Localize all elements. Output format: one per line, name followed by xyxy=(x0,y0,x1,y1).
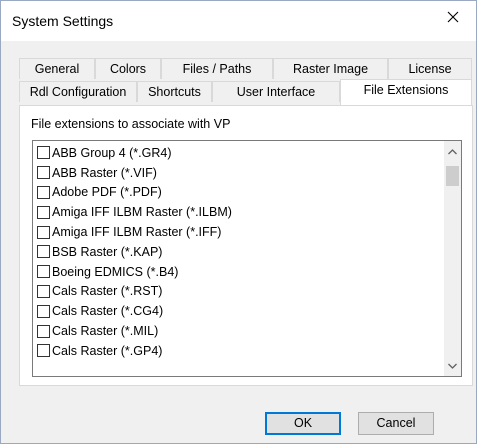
group-label: File extensions to associate with VP xyxy=(31,117,231,131)
title-bar: System Settings xyxy=(1,1,476,41)
list-item-label: ABB Group 4 (*.GR4) xyxy=(52,145,172,160)
list-item[interactable]: Cals Raster (*.GP4) xyxy=(37,341,442,361)
checkbox[interactable] xyxy=(37,225,50,239)
list-item-label: Amiga IFF ILBM Raster (*.ILBM) xyxy=(52,205,232,220)
list-item-label: Cals Raster (*.GP4) xyxy=(52,343,163,358)
list-item[interactable]: BSB Raster (*.KAP) xyxy=(37,242,442,262)
tab-label: Colors xyxy=(109,62,147,76)
extension-listbox[interactable]: ABB Group 4 (*.GR4) ABB Raster (*.VIF) A… xyxy=(32,140,462,377)
cancel-button-label: Cancel xyxy=(376,416,416,430)
close-icon xyxy=(447,11,459,23)
list-item-label: Amiga IFF ILBM Raster (*.IFF) xyxy=(52,225,222,240)
checkbox[interactable] xyxy=(37,185,50,199)
list-item-label: BSB Raster (*.KAP) xyxy=(52,244,163,259)
scroll-up-button[interactable] xyxy=(444,143,461,160)
ok-button-label: OK xyxy=(293,416,313,430)
checkbox[interactable] xyxy=(37,284,50,298)
tab-user-interface[interactable]: User Interface xyxy=(212,81,340,102)
scroll-thumb[interactable] xyxy=(446,166,459,186)
list-item-label: Boeing EDMICS (*.B4) xyxy=(52,264,179,279)
list-item[interactable]: ABB Group 4 (*.GR4) xyxy=(37,143,442,163)
tab-rdl-configuration[interactable]: Rdl Configuration xyxy=(19,81,137,102)
chevron-down-icon xyxy=(448,363,457,369)
list-item-label: Cals Raster (*.MIL) xyxy=(52,324,159,339)
ok-button[interactable]: OK xyxy=(265,412,341,435)
list-item[interactable]: Cals Raster (*.CG4) xyxy=(37,301,442,321)
tab-label: Shortcuts xyxy=(148,85,201,99)
tab-license[interactable]: License xyxy=(388,58,472,79)
tab-label: Raster Image xyxy=(292,62,369,76)
tab-label: User Interface xyxy=(236,85,316,99)
checkbox[interactable] xyxy=(37,245,50,259)
close-button[interactable] xyxy=(430,1,476,33)
list-item[interactable]: Cals Raster (*.MIL) xyxy=(37,321,442,341)
list-item-label: Cals Raster (*.CG4) xyxy=(52,304,164,319)
list-item-label: Cals Raster (*.RST) xyxy=(52,284,163,299)
tab-shortcuts[interactable]: Shortcuts xyxy=(137,81,212,102)
tab-label: Rdl Configuration xyxy=(29,85,127,99)
checkbox[interactable] xyxy=(37,324,50,338)
list-item[interactable]: Boeing EDMICS (*.B4) xyxy=(37,262,442,282)
chevron-up-icon xyxy=(448,148,457,154)
tab-general[interactable]: General xyxy=(19,58,95,79)
list-item[interactable]: ABB Raster (*.VIF) xyxy=(37,163,442,183)
tab-label: File Extensions xyxy=(363,83,449,97)
list-item[interactable]: Cals Raster (*.RST) xyxy=(37,282,442,302)
list-item-label: ABB Raster (*.VIF) xyxy=(52,165,157,180)
scroll-down-button[interactable] xyxy=(444,357,461,374)
checkbox[interactable] xyxy=(37,265,50,279)
checkbox[interactable] xyxy=(37,166,50,180)
checkbox[interactable] xyxy=(37,146,50,160)
tab-label: License xyxy=(408,62,452,76)
cancel-button[interactable]: Cancel xyxy=(358,412,434,435)
list-item[interactable]: Amiga IFF ILBM Raster (*.IFF) xyxy=(37,222,442,242)
tab-files-paths[interactable]: Files / Paths xyxy=(161,58,273,79)
list-item-label: Adobe PDF (*.PDF) xyxy=(52,185,162,200)
window-title: System Settings xyxy=(12,13,114,29)
tab-raster-image[interactable]: Raster Image xyxy=(273,58,388,79)
checkbox[interactable] xyxy=(37,304,50,318)
list-item[interactable]: Amiga IFF ILBM Raster (*.ILBM) xyxy=(37,202,442,222)
file-extensions-panel: File extensions to associate with VP ABB… xyxy=(19,105,473,386)
tab-colors[interactable]: Colors xyxy=(95,58,161,79)
checkbox[interactable] xyxy=(37,344,50,358)
tab-label: General xyxy=(34,62,80,76)
extension-list: ABB Group 4 (*.GR4) ABB Raster (*.VIF) A… xyxy=(37,143,442,361)
checkbox[interactable] xyxy=(37,205,50,219)
vertical-scrollbar[interactable] xyxy=(444,141,461,376)
list-item[interactable]: Adobe PDF (*.PDF) xyxy=(37,183,442,203)
system-settings-dialog: System Settings General Colors Files / P… xyxy=(0,0,477,444)
tab-file-extensions[interactable]: File Extensions xyxy=(340,79,472,105)
tab-label: Files / Paths xyxy=(182,62,252,76)
